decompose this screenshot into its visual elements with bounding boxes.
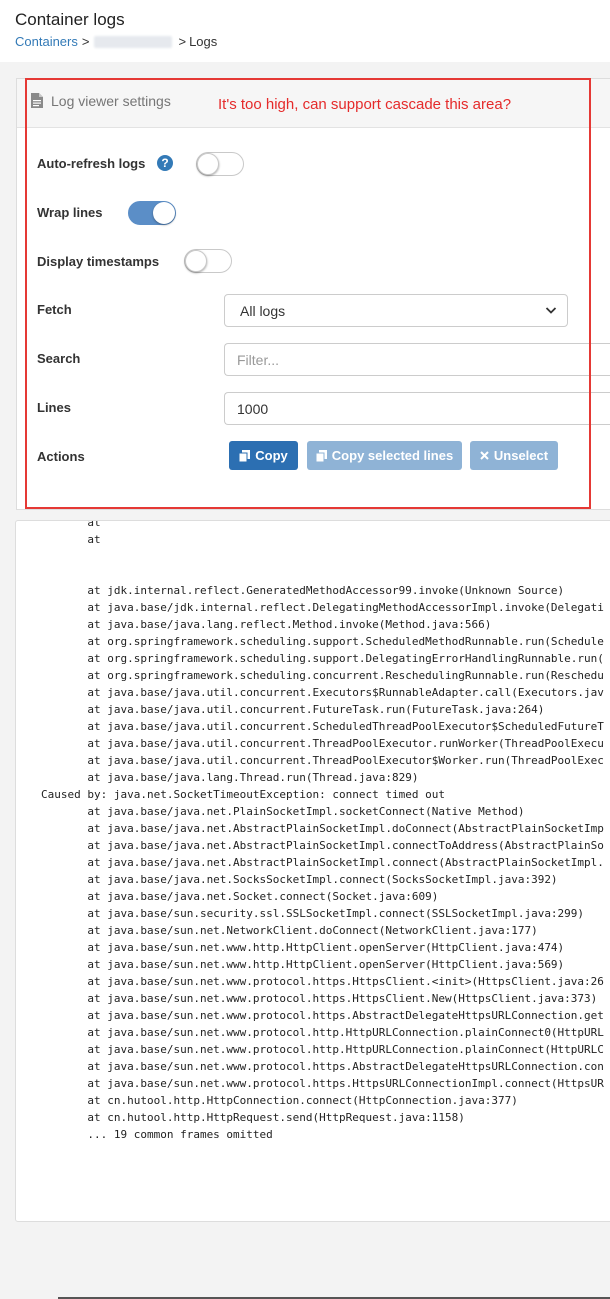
log-line: at java.base/java.net.Socket.connect(Soc… [41,890,439,903]
log-line: at java.base/java.util.concurrent.Thread… [41,754,604,767]
log-line: at java.base/sun.net.www.protocol.https.… [41,975,604,988]
log-line: at java.base/java.net.SocksSocketImpl.co… [41,873,558,886]
page-header: Container logs Containers > > Logs [0,0,610,62]
log-line: at org.springframework.scheduling.suppor… [41,635,604,648]
log-line: at cn.hutool.http.HttpRequest.send(HttpR… [41,1111,465,1124]
annotation-highlight-box [25,78,591,509]
breadcrumb-containers-link[interactable]: Containers [15,34,78,49]
log-line: at java.base/sun.net.www.http.HttpClient… [41,958,565,971]
log-line: at java.base/java.net.AbstractPlainSocke… [41,822,604,835]
log-line: at cn.hutool.http.HttpConnection.connect… [41,1094,518,1107]
log-line: at [41,533,101,546]
log-line: at java.base/java.lang.reflect.Method.in… [41,618,492,631]
log-line: at org.springframework.scheduling.concur… [41,669,604,682]
log-line: at java.base/sun.net.www.protocol.http.H… [41,1026,604,1039]
breadcrumb-container-name-redacted[interactable] [94,35,173,48]
log-line: at java.base/jdk.internal.reflect.Delega… [41,601,604,614]
log-line: at java.base/java.net.AbstractPlainSocke… [41,839,604,852]
log-line: at java.base/sun.security.ssl.SSLSocketI… [41,907,585,920]
breadcrumb-separator: > [178,34,187,49]
log-line: at java.base/java.util.concurrent.Thread… [41,737,604,750]
breadcrumb: Containers > > Logs [15,34,217,49]
log-line: at java.base/java.util.concurrent.Future… [41,703,545,716]
log-line: at java.base/java.util.concurrent.Schedu… [41,720,604,733]
breadcrumb-separator: > [81,34,90,49]
log-line: Caused by: java.net.SocketTimeoutExcepti… [41,788,445,801]
log-line: at [41,520,101,529]
log-line: ... 19 common frames omitted [41,1128,273,1141]
log-line: at jdk.internal.reflect.GeneratedMethodA… [41,584,565,597]
breadcrumb-current: Logs [189,34,218,49]
page-title: Container logs [15,10,125,29]
log-line: at java.base/sun.net.www.protocol.https.… [41,1077,604,1090]
log-line: at java.base/sun.net.www.http.HttpClient… [41,941,565,954]
log-line: at java.base/java.net.AbstractPlainSocke… [41,856,604,869]
log-line: at org.springframework.scheduling.suppor… [41,652,604,665]
log-line: at java.base/sun.net.www.protocol.https.… [41,992,598,1005]
log-line: at java.base/sun.net.NetworkClient.doCon… [41,924,538,937]
log-output[interactable]: at at at jdk.internal.reflect.GeneratedM… [15,520,610,1222]
log-line: at java.base/java.net.PlainSocketImpl.so… [41,805,525,818]
log-line: at java.base/sun.net.www.protocol.https.… [41,1009,604,1022]
log-line: at java.base/sun.net.www.protocol.http.H… [41,1043,604,1056]
log-line: at java.base/java.util.concurrent.Execut… [41,686,604,699]
log-line: at java.base/java.lang.Thread.run(Thread… [41,771,419,784]
log-line: at java.base/sun.net.www.protocol.https.… [41,1060,604,1073]
